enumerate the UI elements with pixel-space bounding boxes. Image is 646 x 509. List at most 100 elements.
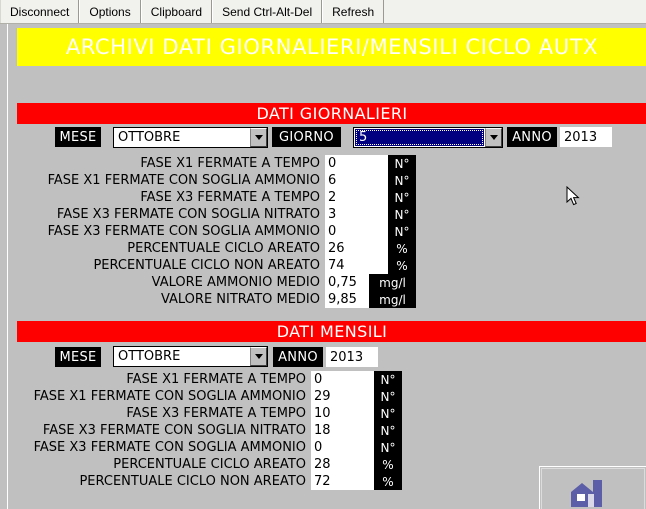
data-row: FASE X1 FERMATE A TEMPO 0 N° [17, 155, 427, 172]
data-row-label: FASE X3 FERMATE CON SOGLIA AMMONIO [33, 440, 306, 455]
data-row-value[interactable]: 28 [311, 456, 374, 473]
chevron-down-icon[interactable] [485, 128, 502, 147]
data-row: FASE X3 FERMATE CON SOGLIA NITRATO 3 N° [17, 206, 427, 223]
data-row-value[interactable]: 0,75 [325, 274, 369, 291]
factory-home-icon [571, 479, 602, 507]
data-row-label: PERCENTUALE CICLO AREATO [113, 457, 306, 472]
daily-mese-select[interactable]: OTTOBRE [113, 127, 268, 148]
data-row: VALORE AMMONIO MEDIO 0,75 mg/l [17, 274, 427, 291]
data-row-label: VALORE AMMONIO MEDIO [151, 275, 320, 290]
data-row-value[interactable]: 74 [325, 257, 388, 274]
home-button[interactable] [539, 466, 646, 509]
daily-giorno-select[interactable]: 5 [353, 127, 503, 148]
data-row-value[interactable]: 9,85 [325, 291, 369, 308]
data-row: PERCENTUALE CICLO NON AREATO 72% [17, 473, 412, 490]
data-row-value[interactable]: 18 [311, 422, 374, 439]
data-row-unit: N° [388, 155, 416, 172]
monthly-anno-field[interactable]: 2013 [326, 347, 378, 367]
page-title: ARCHIVI DATI GIORNALIERI/MENSILI CICLO A… [65, 35, 599, 59]
data-row-label: FASE X3 FERMATE A TEMPO [126, 406, 306, 421]
data-row-value[interactable]: 0 [311, 371, 374, 388]
data-row-unit: % [374, 473, 402, 490]
monthly-section-header: DATI MENSILI [17, 321, 646, 342]
data-row-label: FASE X3 FERMATE A TEMPO [140, 190, 320, 205]
data-row-unit: N° [388, 206, 416, 223]
data-row-label: PERCENTUALE CICLO NON AREATO [79, 474, 306, 489]
chevron-down-icon[interactable] [250, 347, 267, 366]
data-row-label: PERCENTUALE CICLO NON AREATO [93, 258, 320, 273]
application-window: ARCHIVI DATI GIORNALIERI/MENSILI CICLO A… [7, 24, 646, 509]
data-row-label: FASE X3 FERMATE CON SOGLIA NITRATO [42, 423, 306, 438]
data-row: FASE X3 FERMATE CON SOGLIA AMMONIO 0 N° [17, 223, 427, 240]
remote-screen: ARCHIVI DATI GIORNALIERI/MENSILI CICLO A… [0, 24, 646, 509]
data-row-unit: N° [374, 422, 402, 439]
data-row-label: FASE X1 FERMATE A TEMPO [126, 372, 306, 387]
data-row-unit: N° [388, 172, 416, 189]
daily-data-list: FASE X1 FERMATE A TEMPO 0 N° FASE X1 FERMAT… [17, 155, 427, 308]
daily-anno-label: ANNO [507, 127, 557, 147]
daily-section-title: DATI GIORNALIERI [256, 104, 408, 123]
data-row-label: FASE X3 FERMATE CON SOGLIA AMMONIO [47, 224, 320, 239]
data-row: FASE X3 FERMATE CON SOGLIA NITRATO 18 N° [17, 422, 412, 439]
refresh-button[interactable]: Refresh [322, 0, 385, 23]
data-row-value[interactable]: 3 [325, 206, 388, 223]
options-button[interactable]: Options [79, 0, 141, 23]
data-row-unit: % [388, 257, 416, 274]
data-row-unit: N° [388, 189, 416, 206]
daily-section-header: DATI GIORNALIERI [17, 103, 646, 124]
data-row-unit: N° [374, 439, 402, 456]
data-row-value[interactable]: 29 [311, 388, 374, 405]
clipboard-button[interactable]: Clipboard [140, 0, 213, 23]
data-row: VALORE NITRATO MEDIO 9,85 mg/l [17, 291, 427, 308]
data-row: FASE X3 FERMATE A TEMPO 10 N° [17, 405, 412, 422]
monthly-mese-label: MESE [55, 347, 101, 367]
data-row: FASE X1 FERMATE CON SOGLIA AMMONIO 6 N° [17, 172, 427, 189]
monthly-anno-label: ANNO [273, 347, 323, 367]
data-row: FASE X1 FERMATE A TEMPO 0 N° [17, 371, 412, 388]
data-row-value[interactable]: 72 [311, 473, 374, 490]
vnc-toolbar: Disconnect Options Clipboard Send Ctrl-A… [0, 0, 646, 24]
data-row-label: FASE X1 FERMATE CON SOGLIA AMMONIO [33, 389, 306, 404]
daily-mese-label: MESE [55, 127, 101, 147]
data-row-value[interactable]: 0 [311, 439, 374, 456]
daily-giorno-label: GIORNO [272, 127, 341, 147]
data-row-unit: % [374, 456, 402, 473]
data-row-value[interactable]: 0 [325, 155, 388, 172]
chevron-down-icon[interactable] [250, 128, 267, 147]
monthly-section-title: DATI MENSILI [276, 322, 388, 341]
daily-mese-value: OTTOBRE [118, 130, 181, 145]
data-row: PERCENTUALE CICLO NON AREATO 74% [17, 257, 427, 274]
daily-giorno-value: 5 [355, 129, 484, 146]
data-row-label: FASE X1 FERMATE A TEMPO [140, 156, 320, 171]
home-button-bevel [541, 468, 645, 509]
data-row-value[interactable]: 6 [325, 172, 388, 189]
data-row-value[interactable]: 10 [311, 405, 374, 422]
data-row-label: FASE X3 FERMATE CON SOGLIA NITRATO [56, 207, 320, 222]
data-row-label: PERCENTUALE CICLO AREATO [127, 241, 320, 256]
data-row: PERCENTUALE CICLO AREATO 28% [17, 456, 412, 473]
data-row-label: FASE X1 FERMATE CON SOGLIA AMMONIO [47, 173, 320, 188]
monthly-mese-value: OTTOBRE [118, 349, 181, 364]
data-row: FASE X3 FERMATE A TEMPO 2 N° [17, 189, 427, 206]
send-ctrl-alt-del-button[interactable]: Send Ctrl-Alt-Del [212, 0, 323, 23]
daily-anno-field[interactable]: 2013 [560, 127, 612, 147]
data-row-value[interactable]: 0 [325, 223, 388, 240]
disconnect-button[interactable]: Disconnect [0, 0, 80, 23]
data-row-unit: N° [374, 405, 402, 422]
data-row-label: VALORE NITRATO MEDIO [160, 292, 320, 307]
data-row-value[interactable]: 26 [325, 240, 388, 257]
data-row-unit: mg/l [369, 274, 416, 291]
monthly-data-list: FASE X1 FERMATE A TEMPO 0 N° FASE X1 FERMAT… [17, 371, 412, 490]
data-row: FASE X1 FERMATE CON SOGLIA AMMONIO 29 N° [17, 388, 412, 405]
data-row: PERCENTUALE CICLO AREATO 26% [17, 240, 427, 257]
data-row-unit: N° [374, 371, 402, 388]
data-row: FASE X3 FERMATE CON SOGLIA AMMONIO 0 N° [17, 439, 412, 456]
toolbar-spacer [384, 0, 646, 23]
data-row-unit: N° [388, 223, 416, 240]
data-row-value[interactable]: 2 [325, 189, 388, 206]
data-row-unit: N° [374, 388, 402, 405]
page-title-bar: ARCHIVI DATI GIORNALIERI/MENSILI CICLO A… [17, 28, 646, 66]
data-row-unit: % [388, 240, 416, 257]
monthly-mese-select[interactable]: OTTOBRE [113, 346, 268, 367]
data-row-unit: mg/l [369, 291, 416, 308]
